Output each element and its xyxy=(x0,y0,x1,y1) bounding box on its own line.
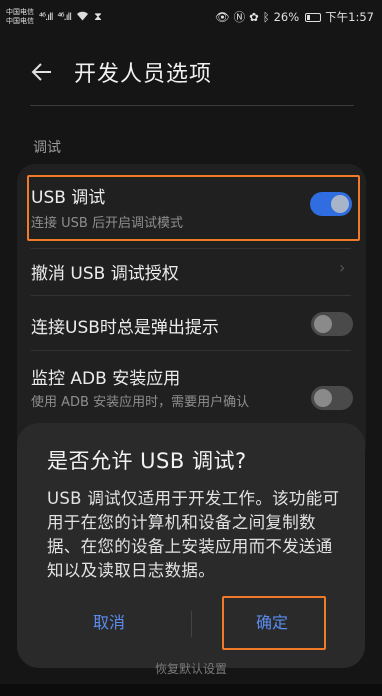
usb-debug-highlight-box xyxy=(27,175,360,241)
top-divider xyxy=(30,105,354,106)
carrier-2: 中国电信 xyxy=(6,17,34,25)
page-title: 开发人员选项 xyxy=(74,62,213,87)
app-header: 开发人员选项 xyxy=(0,46,382,98)
gear-icon: ✿ xyxy=(249,10,259,24)
battery-icon xyxy=(305,12,322,22)
signal-1-icon: ⁴⁶.ıll xyxy=(39,11,53,23)
row-divider xyxy=(31,295,351,296)
dialog-title: 是否允许 USB 调试? xyxy=(47,449,247,473)
bluetooth-icon: ᛒ xyxy=(262,10,270,24)
battery-percent: 26% xyxy=(273,10,300,24)
button-divider xyxy=(191,611,192,637)
navigation-bar xyxy=(0,684,382,696)
usb-debug-dialog: 是否允许 USB 调试? USB 调试仅适用于开发工作。该功能可用于在您的计算机… xyxy=(17,423,365,668)
row-divider xyxy=(31,350,351,351)
toggle-knob xyxy=(314,389,332,407)
dialog-body: USB 调试仅适用于开发工作。该功能可用于在您的计算机和设备之间复制数据、在您的… xyxy=(47,489,340,580)
status-time: 下午1:57 xyxy=(325,10,374,24)
carrier-1: 中国电信 xyxy=(6,8,34,16)
status-bar: 中国电信 中国电信 ⁴⁶.ıll ⁴⁶.ıll ⧗ 👁 Ⓝ ✿ ᛒ 26% 下午… xyxy=(0,0,382,34)
back-arrow-icon[interactable] xyxy=(30,60,54,84)
eye-icon: 👁 xyxy=(214,10,230,24)
cancel-button[interactable]: 取消 xyxy=(93,609,125,633)
prompt-on-usb-toggle[interactable] xyxy=(311,312,353,336)
toggle-knob xyxy=(314,315,332,333)
hourglass-icon: ⧗ xyxy=(94,10,102,23)
row-divider xyxy=(31,248,351,249)
section-label-debug: 调试 xyxy=(33,140,61,156)
nfc-icon: Ⓝ xyxy=(233,10,246,24)
monitor-adb-toggle[interactable] xyxy=(311,386,353,410)
prompt-on-usb-title: 连接USB时总是弹出提示 xyxy=(31,318,219,338)
carrier-labels: 中国电信 中国电信 xyxy=(6,8,34,26)
revoke-title: 撤消 USB 调试授权 xyxy=(31,264,179,284)
setting-row-prompt-on-usb[interactable]: 连接USB时总是弹出提示 xyxy=(31,313,353,338)
chevron-right-icon: › xyxy=(339,258,346,277)
setting-row-revoke[interactable]: 撤消 USB 调试授权 xyxy=(31,259,353,284)
setting-row-monitor-adb[interactable]: 监控 ADB 安装应用 使用 ADB 安装应用时，需要用户确认 xyxy=(31,364,293,412)
ok-highlight-box xyxy=(222,596,326,650)
wifi-icon xyxy=(76,10,89,24)
restore-defaults-link[interactable]: 恢复默认设置 xyxy=(0,660,382,677)
signal-2-icon: ⁴⁶.ıll xyxy=(57,11,72,23)
monitor-adb-subtitle: 使用 ADB 安装应用时，需要用户确认 xyxy=(31,395,250,410)
monitor-adb-title: 监控 ADB 安装应用 xyxy=(31,369,181,389)
